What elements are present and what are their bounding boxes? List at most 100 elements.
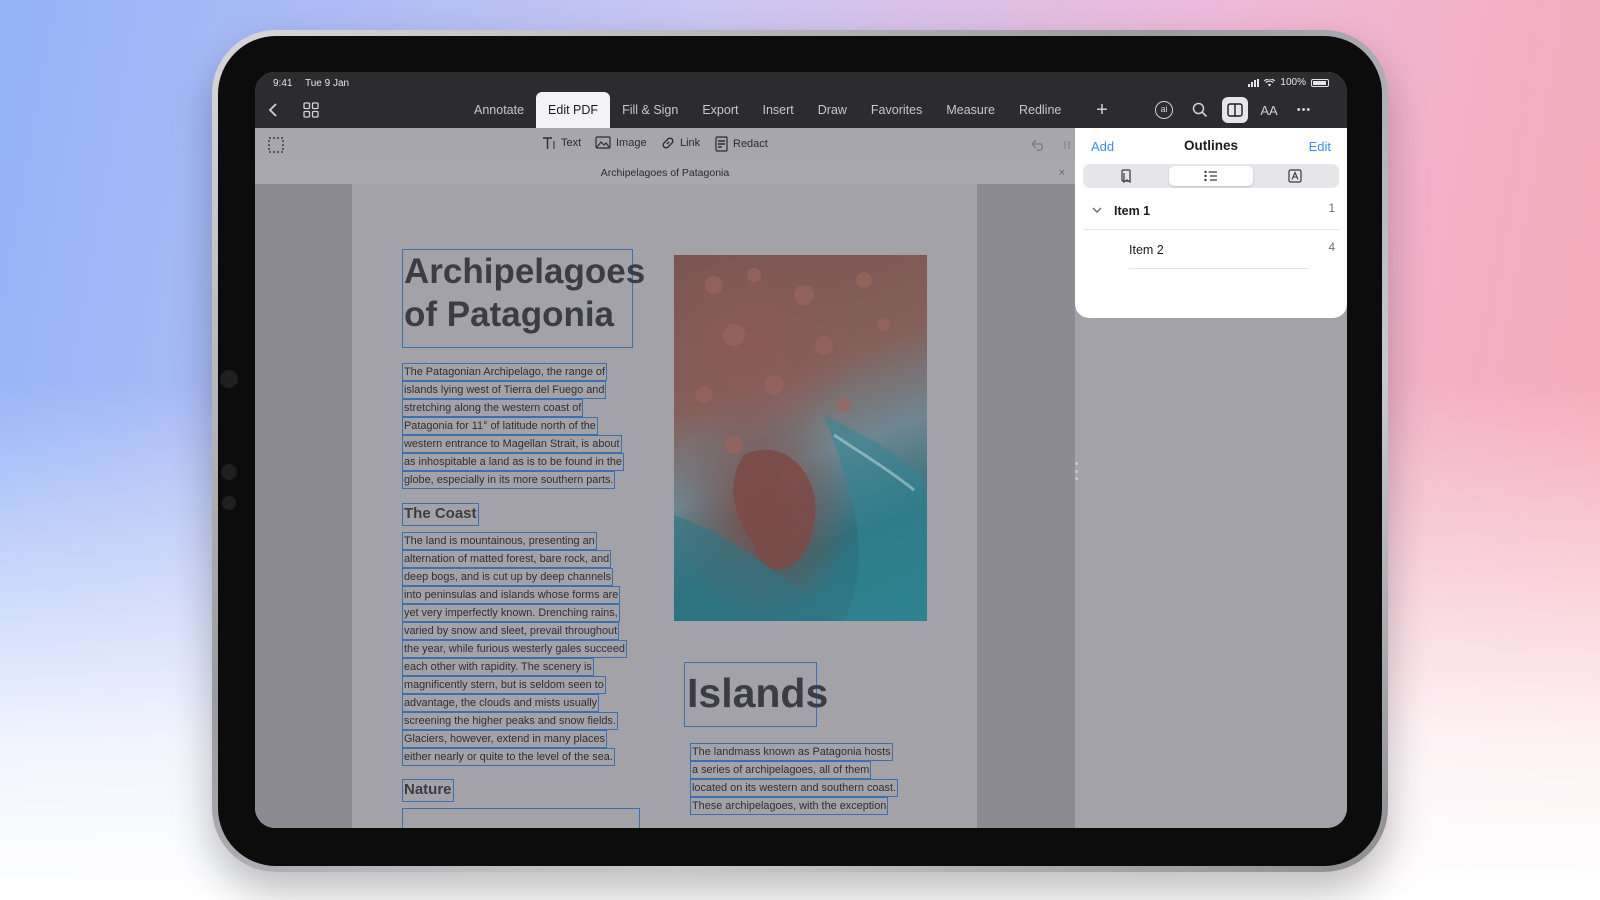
coast-paragraph[interactable]: The land is mountainous, presenting an a… — [402, 532, 627, 766]
photo-texture — [674, 268, 927, 621]
link-icon — [662, 137, 674, 149]
more-button[interactable]: ••• — [1292, 98, 1316, 122]
coast-heading[interactable]: The Coast — [402, 503, 479, 526]
chevron-left-icon — [268, 103, 277, 117]
text-line: into peninsulas and islands whose forms … — [402, 586, 621, 604]
text-size-button[interactable]: AA — [1257, 98, 1281, 122]
outline-item-page: 1 — [1328, 203, 1335, 215]
text-line: alternation of matted forest, bare rock,… — [402, 550, 612, 568]
panel-title: Outlines — [1183, 138, 1238, 153]
segment-annotations[interactable] — [1253, 166, 1337, 186]
text-line: The land is mountainous, presenting an — [402, 532, 597, 550]
outline-item-2[interactable]: Item 2 4 — [1083, 231, 1339, 269]
text-block-partial[interactable] — [402, 808, 640, 828]
side-sensor — [221, 464, 237, 480]
segment-bookmarks[interactable] — [1085, 166, 1169, 186]
ai-icon: ai — [1155, 101, 1173, 119]
text-line: yet very imperfectly known. Drenching ra… — [402, 604, 620, 622]
tab-export[interactable]: Export — [690, 92, 750, 128]
status-bar: 9:41 Tue 9 Jan 100% — [255, 72, 1347, 92]
text-line: varied by snow and sleet, prevail throug… — [402, 622, 620, 640]
ai-assistant-button[interactable]: ai — [1152, 98, 1176, 122]
heading-line: of Patagonia — [404, 295, 615, 334]
text-line: advantage, the clouds and mists usually — [402, 694, 600, 712]
tab-edit-pdf[interactable]: Edit PDF — [536, 92, 611, 128]
add-link-label: Link — [680, 137, 701, 149]
islands-heading[interactable]: Islands — [684, 662, 828, 727]
nature-heading[interactable]: Nature — [402, 779, 454, 802]
tab-measure[interactable]: Measure — [934, 92, 1007, 128]
document-title-bar: Archipelagoes of Patagonia × — [255, 162, 1075, 184]
page-gutter-left — [255, 184, 352, 828]
reader-view-button[interactable] — [1222, 97, 1248, 123]
text-cursor-icon — [543, 137, 555, 149]
text-line: as inhospitable a land as is to be found… — [402, 453, 624, 471]
outlines-panel: Add Outlines Edit Item 1 1 Item 2 4 — [1075, 128, 1347, 318]
add-text-label: Text — [561, 137, 582, 149]
text-line: islands lying west of Tierra del Fuego a… — [402, 381, 607, 399]
text-line: screening the higher peaks and snow fiel… — [402, 712, 618, 730]
text-line: western entrance to Magellan Strait, is … — [402, 435, 622, 453]
toolbar-tabs: Annotate Edit PDF Fill & Sign Export Ins… — [462, 92, 1073, 128]
add-text-button[interactable]: Text — [542, 136, 581, 150]
cellular-signal-icon — [1248, 78, 1260, 87]
edit-outline-button[interactable]: Edit — [1309, 139, 1331, 154]
thumbnails-button[interactable] — [299, 98, 323, 122]
heading-line: Archipelagoes — [404, 252, 646, 291]
marquee-select-icon — [268, 137, 284, 153]
panel-segmented-control — [1083, 164, 1339, 188]
back-button[interactable] — [261, 98, 285, 122]
wifi-icon — [1264, 78, 1276, 86]
row-divider — [1129, 268, 1309, 269]
pdf-page: Archipelagoes of Patagonia The Patagonia… — [352, 184, 977, 828]
search-icon — [1192, 102, 1208, 118]
outline-item-label: Item 1 — [1114, 204, 1151, 218]
tab-insert[interactable]: Insert — [750, 92, 805, 128]
undo-button[interactable] — [1027, 133, 1051, 157]
document-title: Archipelagoes of Patagonia — [600, 167, 730, 179]
text-line: Glaciers, however, extend in many places — [402, 730, 607, 748]
add-image-button[interactable]: Image — [595, 136, 647, 149]
sidebar-resize-handle[interactable] — [1075, 462, 1078, 480]
chevron-down-icon[interactable] — [1091, 204, 1103, 216]
text-line: stretching along the western coast of — [402, 399, 584, 417]
text-line: magnificently stern, but is seldom seen … — [402, 676, 606, 694]
grid-icon — [303, 102, 319, 118]
tab-annotate[interactable]: Annotate — [462, 92, 536, 128]
redact-button[interactable]: Redact — [715, 136, 768, 152]
screen: 9:41 Tue 9 Jan 100% Annotate Edit PDF Fi… — [255, 72, 1347, 828]
bookmarks-icon — [1121, 169, 1131, 183]
intro-paragraph[interactable]: The Patagonian Archipelago, the range of… — [402, 363, 624, 489]
undo-icon — [1031, 139, 1043, 151]
tab-draw[interactable]: Draw — [806, 92, 859, 128]
text-line: The landmass known as Patagonia hosts — [690, 743, 893, 761]
add-image-label: Image — [616, 136, 647, 149]
tab-fill-sign[interactable]: Fill & Sign — [610, 92, 690, 128]
battery-percent: 100% — [1280, 77, 1306, 88]
status-indicators: 100% — [1248, 77, 1329, 88]
add-link-button[interactable]: Link — [661, 136, 700, 150]
pause-icon — [1064, 141, 1070, 149]
outline-item-1[interactable]: Item 1 1 — [1083, 192, 1339, 230]
side-sensor — [222, 496, 236, 510]
text-line: a series of archipelagoes, all of them — [690, 761, 872, 779]
page-heading[interactable]: Archipelagoes of Patagonia — [402, 249, 646, 348]
book-icon — [1227, 103, 1243, 117]
tab-favorites[interactable]: Favorites — [859, 92, 934, 128]
segment-outlines[interactable] — [1169, 166, 1253, 186]
page-gutter-right — [977, 184, 1075, 828]
islands-paragraph[interactable]: The landmass known as Patagonia hosts a … — [690, 743, 899, 815]
select-area-button[interactable] — [264, 133, 288, 157]
text-line: located on its western and southern coas… — [690, 779, 899, 797]
status-time: 9:41 — [273, 78, 293, 89]
battery-icon — [1311, 78, 1329, 87]
coastline-photo[interactable] — [674, 255, 927, 621]
outline-item-label: Item 2 — [1129, 243, 1164, 257]
close-document-button[interactable]: × — [1059, 162, 1065, 184]
text-line: each other with rapidity. The scenery is — [402, 658, 594, 676]
outline-item-page: 4 — [1328, 242, 1335, 254]
redact-label: Redact — [733, 138, 768, 150]
search-button[interactable] — [1188, 98, 1212, 122]
add-tab-button[interactable]: + — [1090, 98, 1114, 122]
tab-redline[interactable]: Redline — [1007, 92, 1073, 128]
